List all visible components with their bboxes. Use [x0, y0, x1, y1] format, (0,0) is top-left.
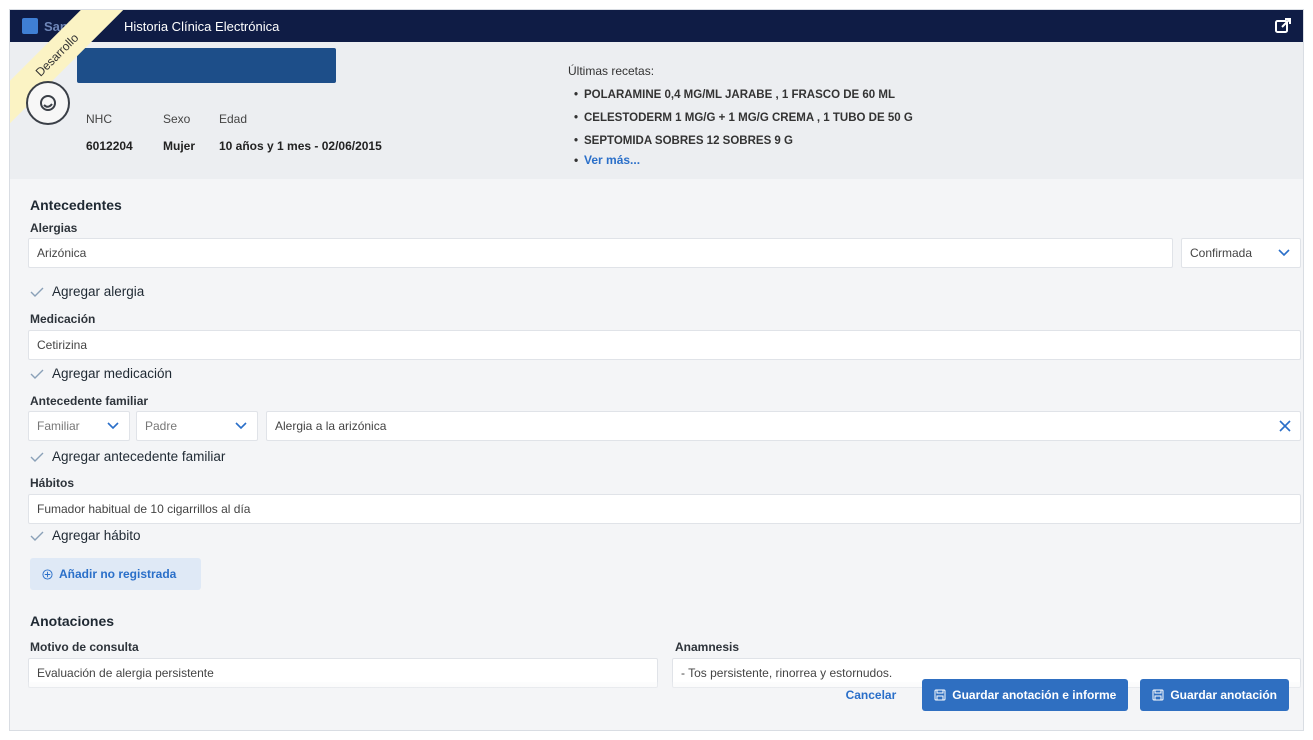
chevron-down-icon [107, 422, 119, 430]
form-content: Antecedentes Alergias Arizónica Confirma… [10, 179, 1303, 730]
add-habito-option[interactable]: Agregar hábito [30, 528, 141, 543]
prescriptions-title: Últimas recetas: [568, 64, 655, 78]
motivo-label: Motivo de consulta [30, 640, 139, 654]
medicacion-input[interactable]: Cetirizina [28, 330, 1301, 360]
save-with-report-label: Guardar anotación e informe [952, 688, 1117, 702]
antecedentes-title: Antecedentes [30, 197, 122, 213]
prescription-item: • SEPTOMIDA SOBRES 12 SOBRES 9 G [574, 135, 793, 147]
sexo-value: Mujer [163, 139, 196, 153]
app-title: Historia Clínica Electrónica [124, 19, 280, 34]
edad-value: 10 años y 1 mes - 02/06/2015 [219, 139, 382, 153]
add-medicacion-option[interactable]: Agregar medicación [30, 366, 172, 381]
familiar-value: Alergia a la arizónica [275, 419, 387, 433]
add-medicacion-label: Agregar medicación [52, 366, 173, 381]
see-more-link[interactable]: • Ver más... [568, 153, 913, 167]
plus-circle-icon [42, 568, 53, 580]
patient-name-redacted [77, 48, 336, 83]
familiar-input[interactable]: Alergia a la arizónica [266, 411, 1301, 441]
add-familiar-option[interactable]: Agregar antecedente familiar [30, 449, 225, 464]
add-alergia-label: Agregar alergia [52, 284, 145, 299]
add-familiar-label: Agregar antecedente familiar [52, 449, 226, 464]
habitos-input[interactable]: Fumador habitual de 10 cigarrillos al dí… [28, 494, 1301, 524]
anamnesis-label: Anamnesis [675, 640, 740, 654]
check-icon [30, 531, 44, 541]
chevron-down-icon [1278, 249, 1290, 257]
save-icon [934, 689, 946, 701]
check-icon [30, 369, 44, 379]
check-icon [30, 452, 44, 462]
prescription-item: • POLARAMINE 0,4 MG/ML JARABE , 1 FRASCO … [574, 89, 895, 101]
medicacion-label: Medicación [30, 312, 96, 326]
brand-logo-icon [22, 18, 38, 34]
familiar-label: Antecedente familiar [30, 394, 149, 408]
close-icon[interactable] [1278, 419, 1292, 433]
alergia-status-value: Confirmada [1190, 246, 1253, 260]
familiar-relation-value: Padre [145, 419, 178, 433]
patient-header: NHC Sexo Edad 6012204 Mujer 10 años y 1 … [10, 42, 1303, 179]
action-bar: Cancelar Guardar anotación e informe Gua… [846, 679, 1289, 711]
save-label: Guardar anotación [1170, 688, 1277, 702]
brand-name: Sanitas [44, 18, 91, 34]
save-with-report-button[interactable]: Guardar anotación e informe [922, 679, 1129, 711]
alergia-status-select[interactable]: Confirmada [1181, 238, 1301, 268]
add-unregistered-button[interactable]: Añadir no registrada [30, 558, 201, 590]
edad-label: Edad [219, 112, 248, 126]
sexo-label: Sexo [163, 112, 191, 126]
avatar [26, 81, 70, 125]
save-icon [1152, 689, 1164, 701]
anotaciones-title: Anotaciones [30, 613, 115, 629]
chevron-down-icon [235, 422, 247, 430]
habitos-label: Hábitos [30, 476, 75, 490]
patient-avatar-icon [40, 95, 56, 111]
familiar-type-value: Familiar [37, 419, 80, 433]
alergia-input[interactable]: Arizónica [28, 238, 1173, 268]
nhc-label: NHC [86, 112, 112, 126]
add-alergia-option[interactable]: Agregar alergia [30, 284, 144, 299]
cancel-button[interactable]: Cancelar [846, 688, 897, 702]
app-window: Sanitas Historia Clínica Electrónica Des… [9, 9, 1304, 731]
add-unregistered-label: Añadir no registrada [59, 567, 177, 581]
nhc-value: 6012204 [86, 139, 133, 153]
brand: Sanitas [22, 18, 90, 34]
top-bar: Sanitas Historia Clínica Electrónica [10, 10, 1303, 42]
add-habito-label: Agregar hábito [52, 528, 141, 543]
recent-prescriptions: Últimas recetas: • POLARAMINE 0,4 MG/ML J… [568, 64, 913, 167]
save-button[interactable]: Guardar anotación [1140, 679, 1289, 711]
alergias-label: Alergias [30, 221, 78, 235]
external-link-icon[interactable] [1273, 16, 1293, 36]
prescription-item: • CELESTODERM 1 MG/G + 1 MG/G CREMA , 1 T… [574, 112, 913, 124]
familiar-relation-select[interactable]: Padre [136, 411, 258, 441]
familiar-type-select[interactable]: Familiar [28, 411, 130, 441]
check-icon [30, 287, 44, 297]
